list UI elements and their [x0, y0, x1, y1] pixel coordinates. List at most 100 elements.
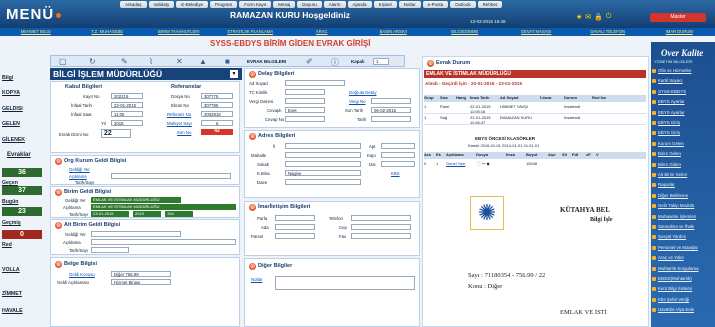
top-menu-item[interactable]: E-Belediye [176, 1, 208, 8]
top-menu-item[interactable]: e-Posta [422, 1, 449, 8]
il-select[interactable] [285, 143, 361, 149]
sidebar-link[interactable]: EMDS(Muhtarlık) [658, 276, 692, 281]
kbs-link[interactable]: KBS [391, 171, 400, 176]
dogrula-link[interactable]: Doğrula Detay [349, 90, 376, 95]
sidebar-link[interactable]: Ofis ve Hizmetler [658, 68, 691, 73]
left-link[interactable]: GİLENEK [2, 137, 25, 143]
nav-item[interactable]: T.Z. MUHASEBE [72, 28, 144, 36]
sidebar-link[interactable]: Personel ve Maaşlar [658, 245, 698, 250]
sidebar-link[interactable]: Sosyal Yardım [658, 234, 686, 239]
file-icon[interactable]: 📄 ✂ ◆ [476, 161, 506, 170]
ref-link[interactable]: Referans No [167, 112, 191, 117]
left-link[interactable]: Bilgi [2, 75, 13, 81]
menu-logo[interactable]: MENÜ [6, 6, 62, 23]
closed-input[interactable]: 1 [373, 58, 389, 65]
vergi-input[interactable] [285, 98, 325, 104]
org-geldigi-link[interactable]: Geldiği Yer [69, 167, 90, 172]
top-menu-item[interactable]: Form Kayıt [239, 1, 272, 8]
ekran-input[interactable]: 307795 [201, 102, 233, 108]
sidebar-link[interactable]: EBYS Ayarlar [658, 99, 685, 104]
son-tarih-input[interactable]: 06-02-2015 [371, 107, 411, 113]
mahalle-select[interactable] [285, 152, 361, 158]
tc-input[interactable] [285, 89, 325, 95]
top-menu-item[interactable]: Validaty [148, 1, 175, 8]
delay-tarih-input[interactable] [371, 116, 411, 122]
left-link[interactable]: KOPYA [2, 90, 20, 96]
dai-input[interactable] [381, 161, 415, 167]
sidebar-link[interactable]: EBYS Giriş [658, 130, 680, 135]
kapi-input[interactable] [381, 152, 415, 158]
yil-input[interactable]: 2015 [111, 120, 143, 126]
delete-icon[interactable]: ✕ [176, 57, 183, 66]
info-icon[interactable]: ⓘ [331, 57, 339, 68]
left-link[interactable]: Geçmiş [2, 220, 21, 226]
alt-tarih-input[interactable] [91, 247, 129, 253]
son-link[interactable]: Son No [177, 130, 191, 135]
cevap-select[interactable]: Evet [285, 107, 325, 113]
left-link[interactable]: GELDISI [2, 106, 23, 112]
top-menu-item[interactable]: Alarm [323, 1, 346, 8]
table-row[interactable]: 1 Sağ 22-01-2015 11:06:47 RAMAZAN KURU İ… [424, 115, 646, 125]
nav-item[interactable]: MEHMET BILGI [0, 28, 72, 36]
mahiyet-link[interactable]: Mahiyet Sayı [167, 121, 192, 126]
left-link[interactable]: VOLLA [2, 267, 20, 273]
sidebar-link[interactable]: Satınalma ve İhale [658, 224, 694, 229]
kayit-input[interactable]: 202219 [111, 93, 143, 99]
nav-item[interactable]: BILGIEDINME [429, 28, 501, 36]
sidebar-link[interactable]: UavtKbs Viya Evle [658, 307, 694, 312]
left-link[interactable]: Red [2, 242, 12, 248]
birim-aciklama-value[interactable]: EMLAK VE İSTİMLAK MÜDÜRLÜĞÜ [91, 204, 236, 210]
alt-geldigi-input[interactable] [91, 231, 181, 237]
star-icon[interactable]: ★ [576, 13, 582, 21]
parsel-input[interactable] [275, 233, 315, 239]
tarih-input[interactable]: 22-01-2015 [111, 102, 143, 108]
count-badge[interactable]: 23 [2, 207, 42, 216]
cep-input[interactable] [351, 224, 411, 230]
sokak-select[interactable] [285, 161, 361, 167]
sidebar-link[interactable]: Gelir Takip Modülü [658, 203, 694, 208]
top-menu-item[interactable]: Notlar [398, 1, 421, 8]
dizi-input[interactable]: 22 [101, 129, 131, 138]
notlar-input[interactable] [275, 276, 415, 290]
table-row[interactable]: 0 1 Genel Yazı 📄 ✂ ◆ 15048 [424, 161, 646, 170]
telefon-input[interactable] [351, 215, 411, 221]
sidebar-link[interactable]: Ait Birim Gelen [658, 172, 687, 177]
refresh-icon[interactable]: ↻ [89, 57, 96, 66]
vergi-no-link[interactable]: Vergi No [349, 99, 365, 104]
sidebar-link[interactable]: Raporlar [658, 182, 675, 187]
count-badge[interactable]: 0 [2, 230, 42, 239]
mahiyet-input[interactable]: 6 [201, 120, 233, 126]
nav-item[interactable]: DEVAT MASASI [501, 28, 573, 36]
org-aciklama-link[interactable]: Açıklama [69, 174, 87, 179]
vergi-no-input[interactable] [371, 98, 411, 104]
saat-input[interactable]: 11:05 [111, 111, 143, 117]
belge-aciklama-input[interactable]: Hizmet Binası [111, 279, 171, 285]
top-menu-item[interactable]: Duyuru [297, 1, 322, 8]
cevap-no-input[interactable] [285, 116, 325, 122]
left-link[interactable]: HAVALE [2, 308, 23, 314]
chevron-down-icon[interactable]: ▼ [230, 70, 238, 78]
nav-item[interactable]: DAVALI TELEFON [572, 28, 644, 36]
warning-icon[interactable]: ▲ [199, 57, 207, 66]
pen-icon[interactable]: ✐ [306, 57, 313, 66]
sidebar-link[interactable]: Kbs Şehir Veriği [658, 297, 689, 302]
birim-tarih-value[interactable]: 23-01-2015 [91, 211, 129, 217]
sidebar-link[interactable]: Diğer Belirleme [658, 193, 688, 198]
sidebar-link[interactable]: Araç ve Yakıt [658, 255, 684, 260]
left-link[interactable]: Bugün [2, 199, 18, 205]
top-menu-item[interactable]: Arkadaş [120, 1, 147, 8]
left-link[interactable]: ZİMMET [2, 291, 22, 297]
birim-geldigi-value[interactable]: EMLAK VE İSTİMLAK MÜDÜRLÜĞÜ [91, 197, 181, 203]
nav-item[interactable]: BIRIM TAAHHUTLERI [143, 28, 215, 36]
sidebar-link[interactable]: Kartil Sayacı [658, 78, 683, 83]
parfa-input[interactable] [275, 215, 315, 221]
dosya-input[interactable]: 307775 [201, 93, 233, 99]
org-aciklama-input[interactable] [111, 173, 231, 179]
sidebar-link[interactable]: EBYS Giriş [658, 120, 680, 125]
top-menu-item[interactable]: Mesaj [273, 1, 296, 8]
sidebar-link[interactable]: Birim Giden [658, 162, 681, 167]
edit-icon[interactable]: ✎ [121, 57, 128, 66]
table-row[interactable]: 1 Parel 22-01-2015 11:05:16 HİMMET YAVŞI… [424, 104, 646, 114]
user-badge[interactable]: Master [650, 13, 706, 22]
nav-item[interactable]: ARAC [286, 28, 358, 36]
